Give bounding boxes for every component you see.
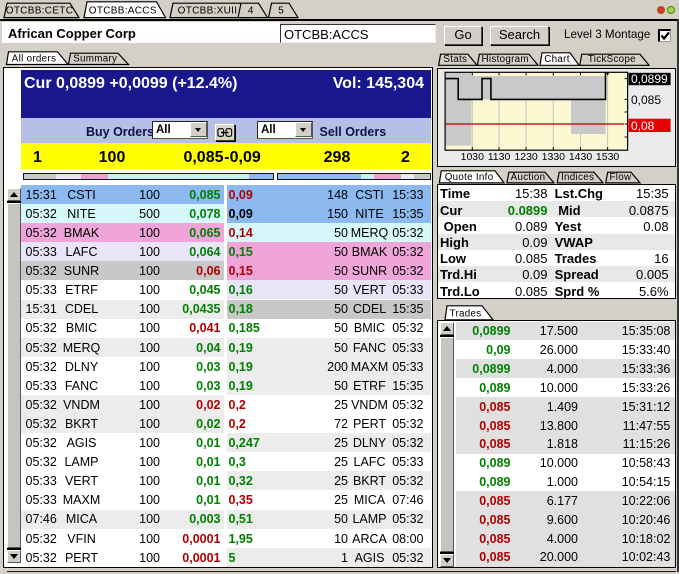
svg-text:0,08: 0,08 bbox=[631, 119, 655, 133]
svg-text:1030: 1030 bbox=[461, 151, 485, 163]
svg-text:OTCBB:ACCS: OTCBB:ACCS bbox=[89, 6, 157, 17]
svg-text:5: 5 bbox=[278, 6, 284, 17]
svg-text:0,085: 0,085 bbox=[631, 93, 661, 107]
svg-text:1130: 1130 bbox=[488, 151, 511, 163]
svg-text:1330: 1330 bbox=[542, 151, 566, 163]
svg-text:Auction: Auction bbox=[511, 172, 546, 183]
svg-text:Quote Info: Quote Info bbox=[445, 172, 494, 183]
svg-text:OTCBB:XUII: OTCBB:XUII bbox=[178, 6, 238, 17]
svg-text:1230: 1230 bbox=[515, 151, 539, 163]
svg-text:Chart: Chart bbox=[544, 54, 569, 65]
svg-text:Indices: Indices bbox=[561, 172, 594, 183]
svg-text:TickScope: TickScope bbox=[588, 54, 636, 65]
svg-text:1430: 1430 bbox=[569, 151, 593, 163]
svg-text:0,0899: 0,0899 bbox=[631, 72, 668, 86]
svg-text:1530: 1530 bbox=[596, 151, 620, 163]
svg-text:OTCBB:CETC: OTCBB:CETC bbox=[6, 6, 73, 17]
svg-text:Flow: Flow bbox=[609, 172, 632, 183]
svg-text:Histogram: Histogram bbox=[482, 54, 529, 65]
svg-text:4: 4 bbox=[248, 6, 254, 17]
svg-text:Trades: Trades bbox=[450, 308, 482, 319]
svg-text:Stats: Stats bbox=[443, 54, 467, 65]
